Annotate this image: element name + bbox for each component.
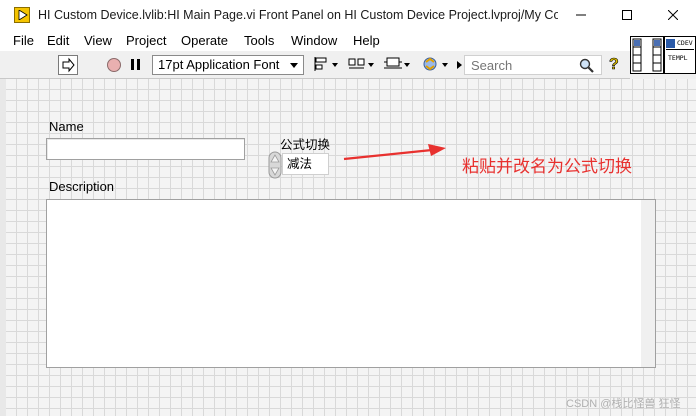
vi-icon[interactable]: CDEV TEMPL	[664, 36, 696, 74]
svg-text:?: ?	[609, 56, 619, 73]
menu-window[interactable]: Window	[291, 33, 337, 49]
name-string-control[interactable]	[46, 138, 245, 160]
menu-bar: File Edit View Project Operate Tools Win…	[0, 31, 696, 51]
maximize-button[interactable]	[604, 0, 650, 31]
watermark: CSDN @栈比怪兽 狂怪	[566, 398, 681, 410]
connector-pane-icon[interactable]	[630, 36, 664, 74]
menu-edit[interactable]: Edit	[47, 33, 69, 49]
run-button[interactable]	[58, 55, 78, 75]
search-input[interactable]	[471, 58, 567, 73]
search-box	[464, 55, 602, 75]
font-select-value: 17pt Application Font	[158, 57, 280, 72]
font-select-dropdown[interactable]: 17pt Application Font	[152, 55, 304, 75]
formula-switch-label: 公式切换	[280, 138, 331, 152]
distribute-objects-icon[interactable]	[347, 54, 377, 74]
labview-app-icon	[14, 7, 30, 23]
chevron-down-icon	[290, 63, 298, 68]
context-help-icon[interactable]: ?	[606, 54, 624, 74]
close-button[interactable]	[650, 0, 696, 31]
vi-icon-line2: TEMPL	[668, 54, 688, 62]
formula-switch-stepper[interactable]	[268, 151, 282, 179]
align-objects-icon[interactable]	[312, 54, 342, 74]
menu-view[interactable]: View	[84, 33, 112, 49]
annotation-text: 粘贴并改名为公式切换	[462, 157, 632, 176]
menu-tools[interactable]: Tools	[244, 33, 274, 49]
minimize-button[interactable]	[558, 0, 604, 31]
menu-help[interactable]: Help	[353, 33, 380, 49]
search-icon[interactable]	[579, 58, 595, 74]
vi-icon-line1: CDEV	[677, 39, 693, 47]
name-label: Name	[49, 119, 84, 134]
description-string-control[interactable]	[46, 199, 656, 368]
window-title: HI Custom Device.lvlib:HI Main Page.vi F…	[38, 8, 558, 22]
formula-switch-value[interactable]: 减法	[282, 153, 329, 175]
menu-project[interactable]: Project	[126, 33, 166, 49]
resize-objects-icon[interactable]	[382, 54, 412, 74]
reorder-objects-icon[interactable]	[420, 54, 454, 74]
annotation-arrow-icon	[343, 144, 446, 161]
pause-icon[interactable]	[128, 57, 144, 73]
chevron-right-icon	[457, 61, 462, 69]
menu-file[interactable]: File	[13, 33, 34, 49]
title-bar: HI Custom Device.lvlib:HI Main Page.vi F…	[0, 0, 696, 32]
description-label: Description	[49, 179, 115, 194]
front-panel: Name 公式切换 减法 粘贴并改名为公式切换 Description	[6, 79, 696, 416]
description-scrollbar[interactable]	[641, 200, 655, 367]
menu-operate[interactable]: Operate	[181, 33, 228, 49]
abort-execution-icon[interactable]	[106, 57, 122, 73]
